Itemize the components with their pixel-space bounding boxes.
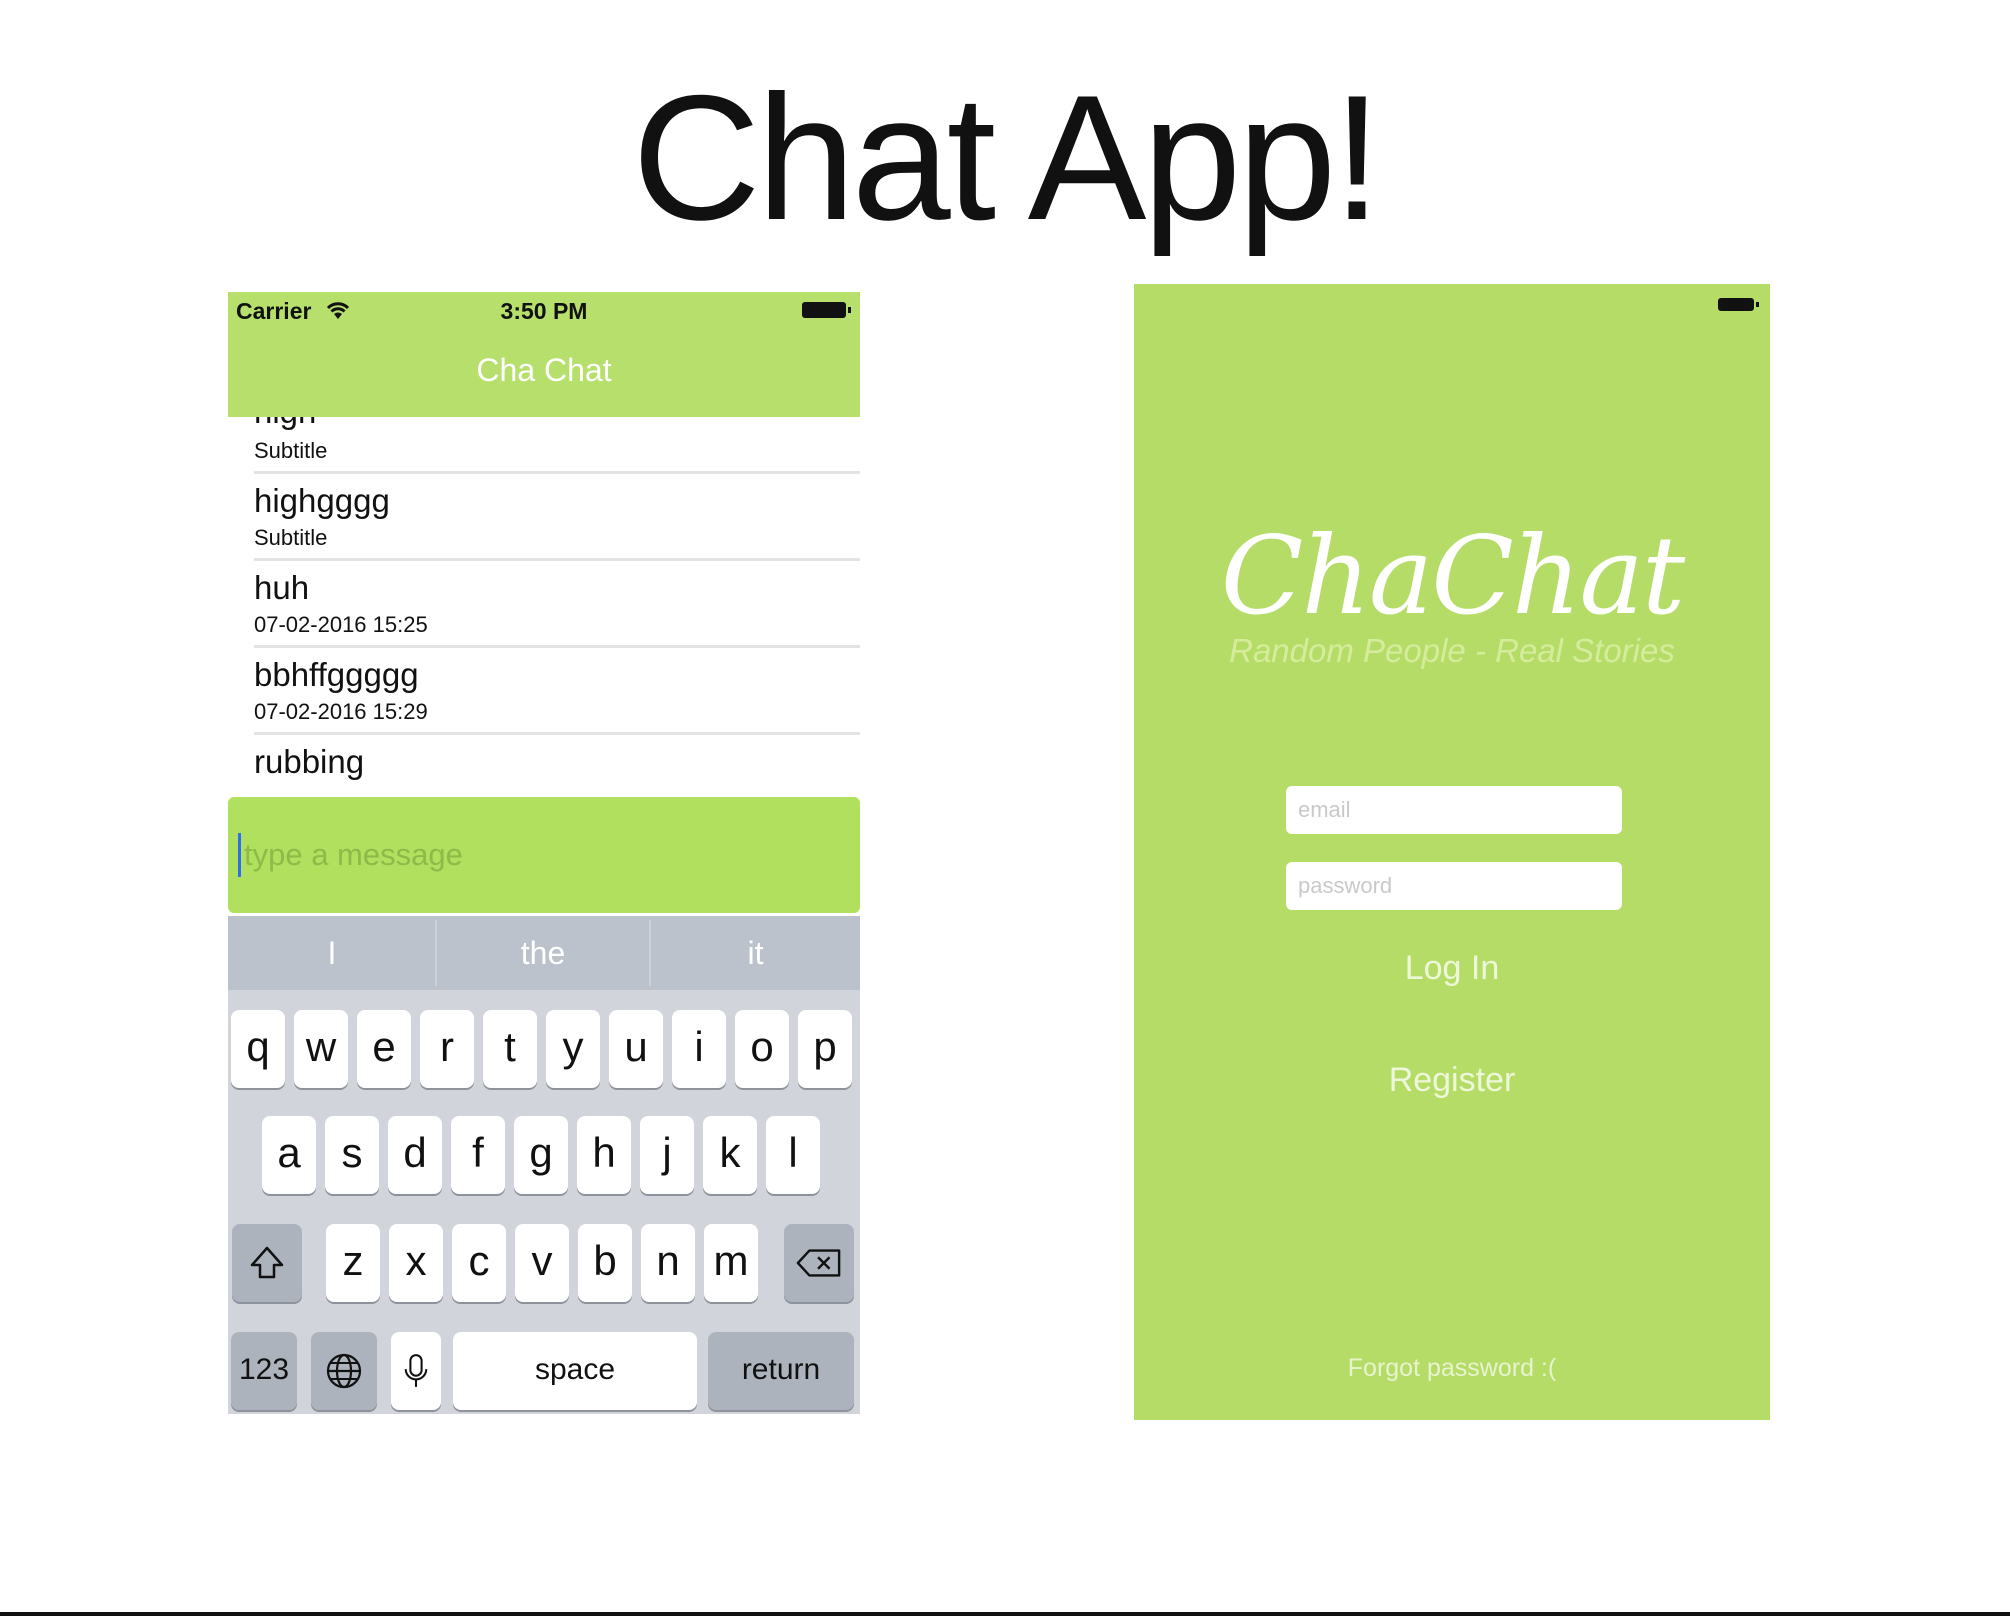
key-k[interactable]: k — [703, 1116, 757, 1194]
battery-icon — [802, 302, 851, 318]
prediction-2[interactable]: the — [437, 916, 649, 990]
list-item[interactable]: bbhffggggg 07-02-2016 15:29 — [228, 648, 860, 735]
keyboard: I the it q w e r t y u i o p a s d f g h… — [228, 916, 860, 1414]
key-c[interactable]: c — [452, 1224, 506, 1302]
key-h[interactable]: h — [577, 1116, 631, 1194]
backspace-icon — [796, 1249, 841, 1277]
key-y[interactable]: y — [546, 1010, 600, 1088]
key-u[interactable]: u — [609, 1010, 663, 1088]
microphone-key[interactable] — [391, 1332, 441, 1410]
key-n[interactable]: n — [641, 1224, 695, 1302]
row-title: highgggg — [254, 482, 390, 519]
key-x[interactable]: x — [389, 1224, 443, 1302]
key-d[interactable]: d — [388, 1116, 442, 1194]
list-item[interactable]: rubbing — [228, 735, 860, 790]
row-title: rubbing — [254, 743, 365, 780]
row-subtitle: Subtitle — [254, 438, 328, 463]
key-o[interactable]: o — [735, 1010, 789, 1088]
key-a[interactable]: a — [262, 1116, 316, 1194]
slide-title: Chat App! — [632, 58, 1382, 257]
row-title: bbhffggggg — [254, 656, 419, 693]
email-field[interactable] — [1286, 786, 1622, 834]
app-logo: ChaChat — [1220, 514, 1686, 639]
password-field[interactable] — [1286, 862, 1622, 910]
status-bar: Carrier 3:50 PM — [228, 292, 860, 328]
key-i[interactable]: i — [672, 1010, 726, 1088]
shift-key[interactable] — [232, 1224, 302, 1302]
list-item[interactable]: high Subtitle — [228, 417, 860, 474]
key-b[interactable]: b — [578, 1224, 632, 1302]
space-key[interactable]: space — [453, 1332, 697, 1410]
register-button[interactable]: Register — [1134, 1061, 1770, 1100]
prediction-3[interactable]: it — [651, 916, 860, 990]
message-input[interactable] — [242, 827, 836, 883]
prediction-1[interactable]: I — [228, 916, 436, 990]
key-j[interactable]: j — [640, 1116, 694, 1194]
list-item[interactable]: highgggg Subtitle — [228, 474, 860, 561]
globe-key[interactable] — [311, 1332, 377, 1410]
key-z[interactable]: z — [326, 1224, 380, 1302]
key-p[interactable]: p — [798, 1010, 852, 1088]
return-key[interactable]: return — [708, 1332, 854, 1410]
bottom-rule — [0, 1612, 2010, 1616]
battery-icon — [1718, 298, 1759, 311]
microphone-icon — [404, 1354, 428, 1387]
row-title: huh — [254, 569, 310, 606]
globe-icon — [326, 1353, 362, 1389]
status-time: 3:50 PM — [500, 298, 588, 324]
login-screen: ChaChat Random People - Real Stories Log… — [1134, 284, 1770, 1420]
key-s[interactable]: s — [325, 1116, 379, 1194]
key-m[interactable]: m — [704, 1224, 758, 1302]
text-cursor — [238, 833, 241, 877]
message-list[interactable]: high Subtitle highgggg Subtitle huh 07-0… — [228, 417, 860, 790]
key-w[interactable]: w — [294, 1010, 348, 1088]
key-r[interactable]: r — [420, 1010, 474, 1088]
backspace-key[interactable] — [784, 1224, 854, 1302]
key-g[interactable]: g — [514, 1116, 568, 1194]
row-subtitle: Subtitle — [254, 525, 328, 550]
login-button[interactable]: Log In — [1134, 949, 1770, 988]
row-title: high — [254, 417, 316, 431]
nav-title: Cha Chat — [476, 352, 612, 388]
app-tagline: Random People - Real Stories — [1229, 632, 1675, 669]
chat-screen: Carrier 3:50 PM Cha Chat high Subtitle h… — [228, 292, 860, 1414]
key-v[interactable]: v — [515, 1224, 569, 1302]
key-t[interactable]: t — [483, 1010, 537, 1088]
list-item[interactable]: huh 07-02-2016 15:25 — [228, 561, 860, 648]
navigation-bar: Carrier 3:50 PM Cha Chat — [228, 292, 860, 417]
forgot-password-link[interactable]: Forgot password :( — [1134, 1354, 1770, 1383]
message-composer — [228, 797, 860, 913]
row-subtitle: 07-02-2016 15:25 — [254, 612, 428, 637]
numbers-key[interactable]: 123 — [231, 1332, 297, 1410]
key-q[interactable]: q — [231, 1010, 285, 1088]
shift-icon — [250, 1246, 284, 1279]
key-f[interactable]: f — [451, 1116, 505, 1194]
key-e[interactable]: e — [357, 1010, 411, 1088]
key-l[interactable]: l — [766, 1116, 820, 1194]
prediction-bar: I the it — [228, 916, 860, 990]
row-subtitle: 07-02-2016 15:29 — [254, 699, 428, 724]
